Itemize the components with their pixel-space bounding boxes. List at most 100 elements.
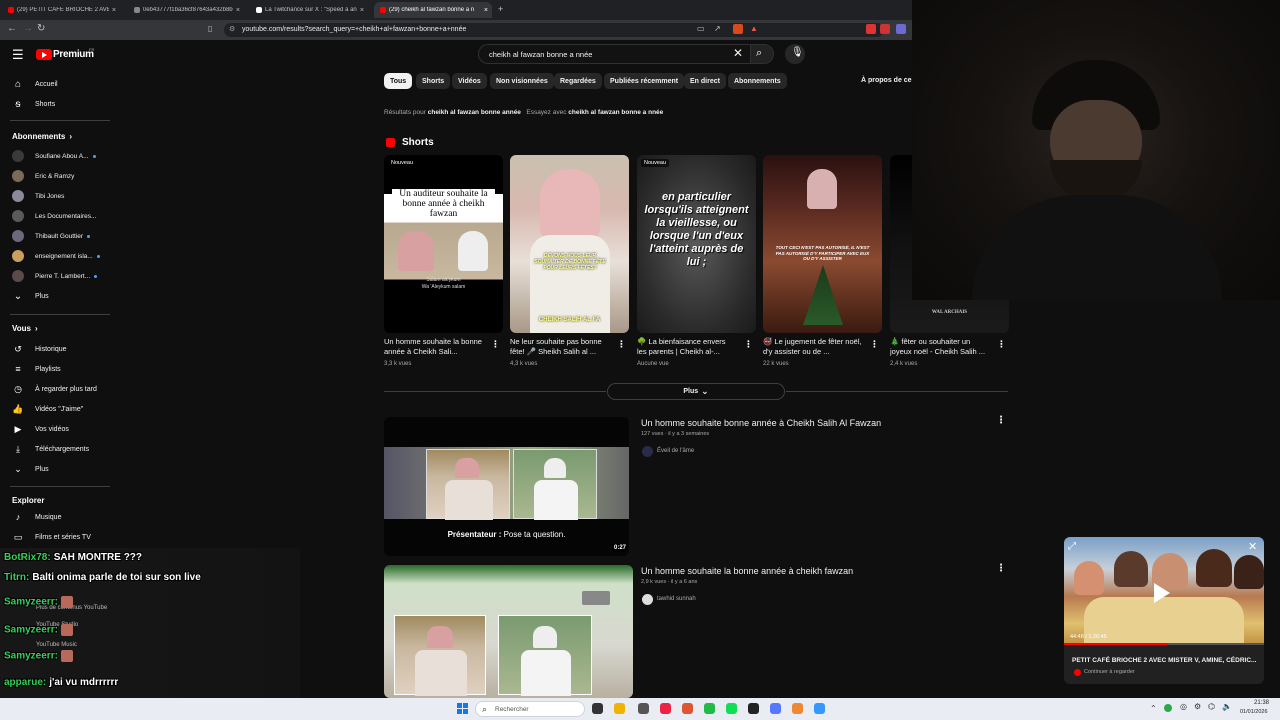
miniplayer-title[interactable]: PETIT CAFÉ BRIOCHE 2 AVEC MISTER V, AMIN… [1072,657,1256,664]
browser-tab[interactable]: 0eb43777f1ba36cf87643a432b8b06 × [128,2,244,18]
close-tab-icon[interactable]: × [360,7,364,14]
profile-icon[interactable] [896,24,906,34]
more-actions-icon[interactable]: ⋮ [744,339,753,350]
sidebar-item-download[interactable]: ⤓ Téléchargements [0,439,115,459]
more-actions-icon[interactable]: ⋮ [617,339,626,350]
sidebar-item-your-videos[interactable]: ▶ Vos vidéos [0,419,115,439]
youtube-logo-icon[interactable] [36,49,52,60]
search-button[interactable]: ⌕ [750,44,774,64]
rewards-icon[interactable]: ▲ [750,24,758,33]
volume-icon[interactable]: 🔈 [1222,702,1232,711]
clock-time[interactable]: 21:38 [1254,700,1269,706]
menu-icon[interactable]: ☰ [12,47,24,63]
sidebar-subscription[interactable]: Eric & Ramzy [0,166,115,186]
short-thumbnail[interactable]: Nouveau Salam aleykum Wa 'Aleykum salam Un … [384,155,503,333]
sidebar-subscription[interactable]: Les Documentaires... [0,206,115,226]
more-actions-icon[interactable]: ⋮ [491,339,500,350]
browser-tab[interactable]: (29) cheikh al fawzan bonne a n × [374,2,492,18]
sidebar-subscription[interactable]: Soufiane Abou A... [0,146,115,166]
try-with-query[interactable]: cheikh al fawzan bonne a nnée [568,109,663,116]
extension-icon[interactable] [866,24,876,34]
more-actions-icon[interactable]: ⋮ [997,339,1006,350]
subscriptions-heading[interactable]: Abonnements › [12,132,72,141]
tray-icon[interactable]: ◎ [1180,702,1187,711]
about-filters-link[interactable]: À propos de ces [861,77,915,84]
sidebar-subscription[interactable]: enseignement isla... [0,246,115,266]
app-icon[interactable] [792,703,803,714]
back-icon[interactable]: ← [7,23,17,34]
short-title[interactable]: Un homme souhaite la bonne année à Cheik… [384,337,484,357]
sidebar-item-films[interactable]: ▭ Films et séries TV [0,527,115,547]
video-thumbnail[interactable]: Présentateur : Pose ta question. 0:27 [384,417,629,556]
filter-chip[interactable]: Abonnements [728,73,787,89]
sidebar-item-playlist[interactable]: ≡ Playlists [0,359,115,379]
sidebar-item-history[interactable]: ↺ Historique [0,339,115,359]
network-icon[interactable]: ⌬ [1208,702,1215,711]
brave-icon[interactable] [660,703,671,714]
extension-icon-2[interactable] [880,24,890,34]
file-explorer-icon[interactable] [592,703,603,714]
filter-chip[interactable]: Vidéos [452,73,487,89]
channel-name[interactable]: tawhid sunnah [657,596,696,602]
short-title[interactable]: 🌳 La bienfaisance envers les parents | C… [637,337,737,357]
filter-chip[interactable]: En direct [684,73,726,89]
play-icon[interactable] [1154,583,1170,603]
short-thumbnail[interactable]: TOUT CECI N'EST PAS AUTORISÉ, IL N'EST P… [763,155,882,333]
voice-search-button[interactable]: 🎙 [785,44,805,64]
video-title[interactable]: Un homme souhaite la bonne année à cheik… [641,566,853,576]
miniplayer[interactable]: ⤢ ✕ 44:48 / 1:26:45 PETIT CAFÉ BRIOCHE 2… [1064,537,1264,684]
brave-shield-icon[interactable] [733,24,743,34]
browser-tab[interactable]: La Twitchance sur X : "Speed à anne × [250,2,368,18]
expand-icon[interactable]: ⤢ [1068,541,1076,552]
reload-icon[interactable]: ↻ [37,23,45,34]
new-tab-button[interactable]: + [498,4,503,14]
miniplayer-progress-track[interactable] [1064,643,1264,645]
channel-avatar[interactable] [642,446,653,457]
channel-name[interactable]: Éveil de l'âme [657,448,694,454]
app-icon[interactable] [748,703,759,714]
filter-chip[interactable]: Shorts [416,73,451,89]
sidebar-item-music[interactable]: YouTube Music [36,642,77,648]
close-tab-icon[interactable]: × [112,7,116,14]
sidebar-item-chevron-down[interactable]: ⌄ Plus [0,459,115,479]
share-icon[interactable]: ↗ [714,24,721,33]
filter-chip[interactable]: Regardées [554,73,602,89]
sidebar-item-like[interactable]: 👍 Vidéos "J'aime" [0,399,115,419]
filter-chip[interactable]: Tous [384,73,413,89]
more-actions-icon[interactable]: ⋮ [996,415,1006,426]
youtube-logo-text[interactable]: Premium [53,49,94,60]
app-icon[interactable] [814,703,825,714]
sidebar-subscription[interactable]: Pierre T. Lambert... [0,266,115,286]
short-title[interactable]: Ne leur souhaite pas bonne fête! 🎤 Sheik… [510,337,610,357]
whatsapp-icon[interactable] [704,703,715,714]
more-actions-icon[interactable]: ⋮ [870,339,879,350]
browser-icon[interactable] [682,703,693,714]
sidebar-item-music[interactable]: ♪ Musique [0,507,115,527]
short-title[interactable]: 🚭 Le jugement de fêter noël, d'y assiste… [763,337,863,357]
video-title[interactable]: Un homme souhaite bonne année à Cheikh S… [641,418,881,428]
filter-chip[interactable]: Publiées récemment [604,73,685,89]
spotify-icon[interactable] [726,703,737,714]
sidebar-item-watch-later[interactable]: ◷ À regarder plus tard [0,379,115,399]
close-icon[interactable]: ✕ [1248,540,1257,553]
cast-icon[interactable]: ▭ [697,24,705,33]
chevron-up-icon[interactable]: ⌃ [1150,704,1157,713]
sidebar-item-shorts[interactable]: ᵴ Shorts [0,94,115,114]
clock-date[interactable]: 01/01/2026 [1240,709,1268,715]
tray-icon-2[interactable]: ⚙ [1194,702,1201,711]
taskbar-search[interactable]: ⌕ Rechercher [475,701,585,717]
more-shorts-button[interactable]: Plus ⌄ [607,383,785,400]
windows-start-icon[interactable] [457,703,469,715]
search-input[interactable]: cheikh al fawzan bonne a nnée ✕ [478,44,750,64]
close-tab-icon[interactable]: × [484,7,488,14]
sidebar-subscription[interactable]: Thibault Gouttier [0,226,115,246]
more-actions-icon[interactable]: ⋮ [996,563,1006,574]
short-thumbnail[interactable]: CHEIKH SALIH AL FA DEVONS-NOUS LEUR SOUHA… [510,155,629,333]
close-tab-icon[interactable]: × [236,7,240,14]
sidebar-subscription[interactable]: Tibi Jones [0,186,115,206]
forward-icon[interactable]: → [23,23,33,34]
short-title[interactable]: 🎄 fêter ou souhaiter un joyeux noël - Ch… [890,337,990,357]
you-heading[interactable]: Vous › [12,324,38,333]
clear-search-icon[interactable]: ✕ [733,46,743,60]
site-info-icon[interactable]: ⚙ [229,23,235,37]
